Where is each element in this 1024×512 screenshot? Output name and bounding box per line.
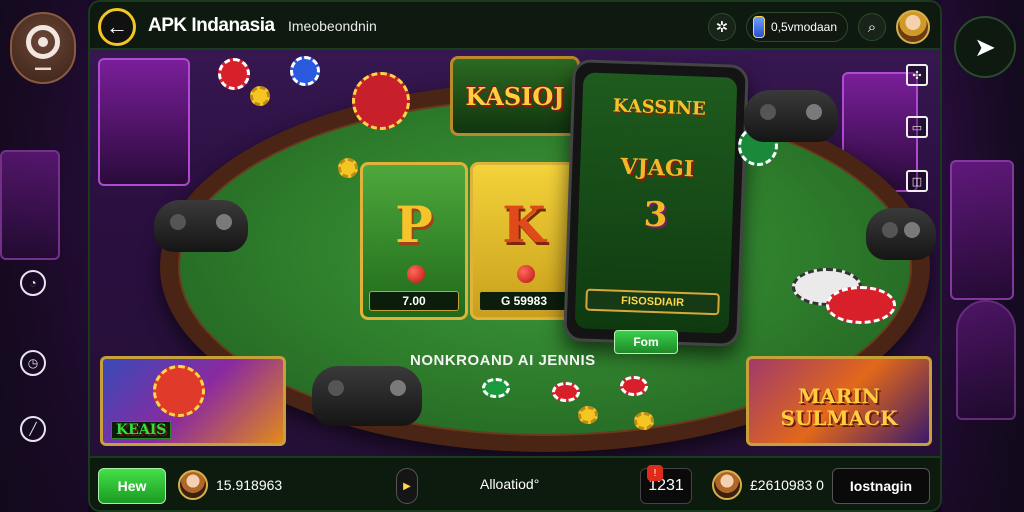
coin-icon <box>752 16 765 38</box>
clock-icon[interactable]: ╱ <box>20 416 46 442</box>
chat-icon[interactable]: ◔ <box>20 270 46 296</box>
gamepad-icon <box>866 208 936 260</box>
gamepad-icon <box>744 90 838 142</box>
slot-readout: G 59983 <box>479 291 569 311</box>
avatar[interactable] <box>896 10 930 44</box>
logo-caption-icon: ▬▬ <box>35 62 51 72</box>
game-card-left[interactable]: KEAIS <box>100 356 286 446</box>
phone-screen: KASSINE VJAGI 3 FISOSDIAIR <box>574 72 738 334</box>
back-arrow-icon[interactable]: ← <box>98 8 136 46</box>
top-bar: ← APK Indanasia Imeobeondnin ✲ 0,5vmodaa… <box>90 2 940 50</box>
gold-coin <box>338 158 358 178</box>
settings-gear-icon[interactable]: ✲ <box>707 13 736 41</box>
slot-readout: 7.00 <box>369 291 459 311</box>
gold-coin <box>578 406 598 424</box>
balance-display[interactable]: 0,5vmodaan <box>745 12 848 42</box>
player-2-info: £2610983 0 <box>712 470 824 500</box>
app-subtitle: Imeobeondnin <box>288 18 377 34</box>
center-status: Alloatiod° <box>480 476 540 492</box>
cherry-icon <box>407 265 425 283</box>
arcade-machine-far-right <box>950 160 1014 300</box>
puzzle-icon[interactable]: ✣ <box>906 64 928 86</box>
poker-chip <box>552 382 580 402</box>
balance-value: 0,5vmodaan <box>770 20 837 34</box>
left-rail: ▬▬ ◔ ◷ ╱ <box>0 0 88 512</box>
game-window: KASIOJ P 7.00 K G 59983 KASSINE VJAGI 3 … <box>88 0 942 512</box>
gamepad-icon <box>154 200 248 252</box>
melon-icon <box>517 265 535 283</box>
screen-icon[interactable]: ▭ <box>906 116 928 138</box>
play-arrow-icon[interactable]: ▶ <box>396 468 418 504</box>
location-arrow-icon[interactable]: ➤ <box>954 16 1016 78</box>
poker-chip <box>482 378 510 398</box>
app-logo[interactable]: ▬▬ <box>10 12 76 84</box>
bottom-bar: Hew 15.918963 ▶ Alloatiod° ! 1231 £26109… <box>90 456 940 510</box>
bag-icon[interactable]: ◫ <box>906 170 928 192</box>
casino-sign-text: KASIOJ <box>465 81 565 111</box>
phone-title: KASSINE <box>612 95 707 120</box>
search-icon[interactable]: ⌕ <box>858 13 886 41</box>
phone-mockup: KASSINE VJAGI 3 FISOSDIAIR <box>563 59 749 347</box>
gold-coin <box>634 412 654 430</box>
right-rail: ➤ <box>942 0 1024 512</box>
casino-sign: KASIOJ <box>450 56 580 136</box>
slot-reel-2[interactable]: K G 59983 <box>470 162 578 320</box>
game-card-left-label: KEAIS <box>111 421 172 439</box>
phone-action-button[interactable]: Fom <box>614 330 678 354</box>
slot-symbol: P <box>395 195 433 254</box>
game-card-right[interactable]: MARIN SULMACK <box>746 356 932 446</box>
casino-stool <box>956 300 1016 420</box>
counter-display[interactable]: ! 1231 <box>640 465 692 504</box>
timer-icon[interactable]: ◷ <box>20 350 46 376</box>
gold-coin <box>250 86 270 106</box>
chip-stack <box>352 72 410 130</box>
login-button[interactable]: Iostnagin <box>832 468 930 504</box>
slot-reel-1[interactable]: P 7.00 <box>360 162 468 320</box>
player-avatar[interactable] <box>178 470 208 500</box>
phone-banner: FISOSDIAIR <box>585 288 720 316</box>
phone-number: 3 <box>643 194 669 236</box>
arcade-machine <box>98 58 190 186</box>
gamepad-icon <box>312 366 422 426</box>
slot-symbol: K <box>502 195 546 254</box>
player-avatar[interactable] <box>712 470 742 500</box>
table-caption: NONKROAND AI JENNIS <box>410 352 596 369</box>
player-1-value: 15.918963 <box>216 477 283 493</box>
phone-headline: VJAGI <box>619 153 695 183</box>
poker-chip <box>620 376 648 396</box>
wheel-icon <box>153 365 205 417</box>
poker-chip <box>826 286 896 324</box>
alert-badge: ! <box>647 465 663 481</box>
game-card-right-label: MARIN SULMACK <box>780 384 898 430</box>
app-title: APK Indanasia <box>148 15 275 36</box>
top-right-controls: ✲ 0,5vmodaan ⌕ <box>707 8 930 46</box>
player-1-info: 15.918963 <box>178 470 282 500</box>
logo-ring-icon <box>26 24 60 59</box>
arcade-machine-left <box>0 150 60 260</box>
player-2-value: £2610983 0 <box>750 477 824 493</box>
poker-chip <box>218 58 250 90</box>
new-button[interactable]: Hew <box>98 468 166 504</box>
poker-chip <box>290 56 320 86</box>
